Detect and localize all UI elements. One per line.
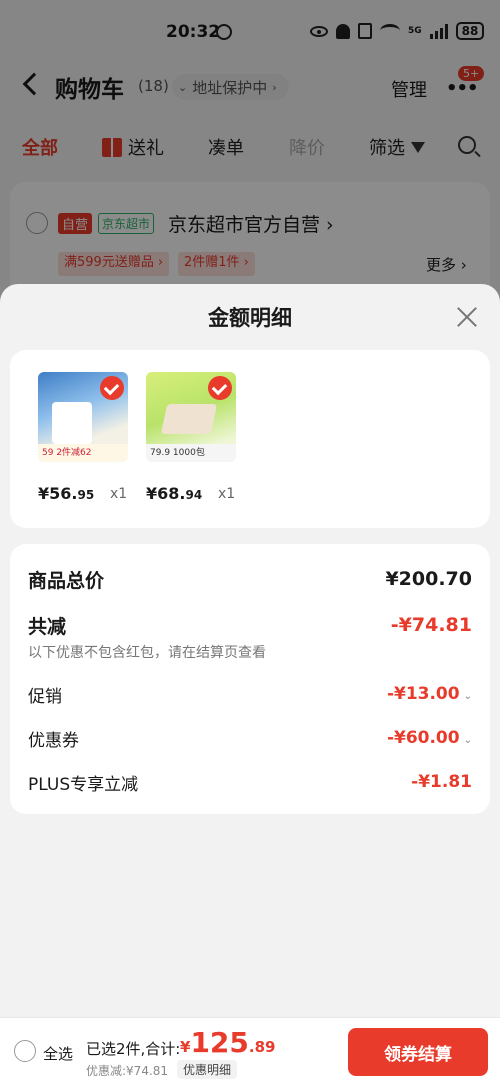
item-price-cents: 94: [185, 488, 203, 502]
price-symbol: ¥: [180, 1038, 191, 1056]
thumbnail-promo: 79.9 1000包: [146, 444, 236, 462]
plus-value: -¥1.81: [411, 772, 472, 792]
total-label: 商品总价: [28, 570, 105, 592]
promo-amount: -¥13.00: [386, 684, 460, 704]
price-breakdown-card: 商品总价 ¥200.70 共减 -¥74.81 以下优惠不包含红包，请在结算页查…: [10, 544, 490, 814]
sheet-title: 金额明细: [208, 306, 292, 330]
close-icon[interactable]: [454, 304, 480, 330]
price-integer: 125: [190, 1026, 249, 1059]
thumbnail-promo: 59 2件减62: [38, 444, 128, 462]
product-thumbnail: 59 2件减62: [38, 372, 128, 462]
reduce-value: -¥74.81: [390, 614, 472, 636]
coupon-value[interactable]: -¥60.00 ⌄: [387, 728, 472, 748]
promo-value[interactable]: -¥13.00 ⌄: [387, 684, 472, 704]
reduce-label: 共减: [28, 616, 67, 638]
selected-item[interactable]: 79.9 1000包 ¥68.94 x1: [146, 372, 246, 503]
product-image: [160, 404, 218, 434]
checkout-bar: 全选 已选2件,合计: ¥125.89 优惠减:¥74.81 优惠明细 领券结算: [0, 1017, 500, 1085]
product-thumbnail: 79.9 1000包: [146, 372, 236, 462]
item-quantity: x1: [110, 486, 128, 502]
check-icon: [208, 376, 232, 400]
selected-item[interactable]: 59 2件减62 ¥56.95 x1: [38, 372, 138, 503]
total-value: ¥200.70: [385, 568, 472, 590]
price-decimal: .89: [248, 1038, 276, 1056]
selected-items-card: 59 2件减62 ¥56.95 x1 79.9 1000包 ¥68.94 x1: [10, 350, 490, 528]
thumb-price: 79.9: [150, 448, 171, 458]
coupon-amount: -¥60.00: [386, 728, 460, 748]
product-image: [52, 402, 92, 444]
promo-label: 促销: [28, 687, 62, 707]
item-quantity: x1: [218, 486, 236, 502]
discount-summary: 优惠减:¥74.81: [86, 1064, 169, 1078]
thumb-price: 59: [42, 448, 54, 458]
coupon-label: 优惠券: [28, 731, 79, 751]
thumb-promo-text: 2件减62: [56, 448, 92, 458]
total-price: ¥125.89: [180, 1026, 275, 1059]
plus-label: PLUS专享立减: [28, 775, 139, 795]
amount-detail-sheet: 金额明细 59 2件减62 ¥56.95 x1 79.9 1000包 ¥68.9…: [0, 284, 500, 1085]
select-all-label[interactable]: 全选: [43, 1043, 73, 1064]
thumb-promo-text: 1000包: [172, 448, 205, 458]
chevron-down-icon: ⌄: [463, 735, 472, 746]
checkout-button[interactable]: 领券结算: [348, 1028, 488, 1076]
discount-note: 以下优惠不包含红包，请在结算页查看: [28, 645, 266, 661]
selected-summary: 已选2件,合计:: [86, 1040, 181, 1058]
item-price-cents: 95: [77, 488, 95, 502]
check-icon: [100, 376, 124, 400]
item-price: ¥68.94: [146, 484, 202, 503]
item-price-int: ¥56.: [38, 484, 78, 503]
chevron-down-icon: ⌄: [463, 691, 472, 702]
item-price-int: ¥68.: [146, 484, 186, 503]
discount-detail-button[interactable]: 优惠明细: [177, 1060, 238, 1079]
select-all-radio[interactable]: [14, 1040, 36, 1062]
item-price: ¥56.95: [38, 484, 94, 503]
